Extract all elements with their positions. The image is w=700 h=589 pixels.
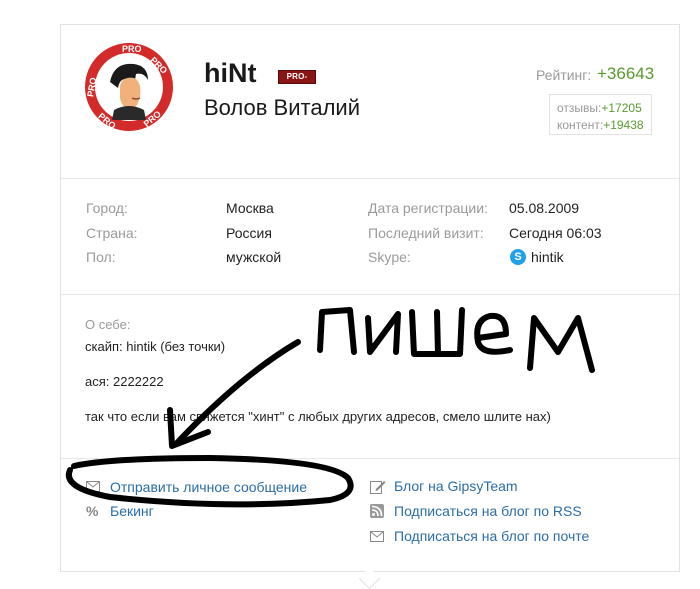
city-value: Москва [226, 200, 274, 216]
country-value: Россия [226, 225, 272, 241]
about-line: скайп: hintik (без точки) [85, 339, 226, 354]
last-visit-value: Сегодня 06:03 [509, 225, 602, 241]
divider [61, 178, 679, 179]
rss-icon [370, 504, 384, 518]
divider [61, 294, 679, 295]
skype-icon: S [510, 249, 526, 265]
svg-text:PRO: PRO [122, 44, 142, 54]
avatar[interactable]: PRO PRO PRO PRO PRO [84, 42, 174, 132]
about-line: так что если вам свяжется "хинт" с любых… [85, 409, 551, 424]
rating-label: Рейтинг: [536, 67, 592, 83]
registration-label: Дата регистрации: [368, 200, 488, 216]
rating-value: +36643 [597, 64, 655, 83]
reviews-value: +17205 [601, 101, 642, 115]
divider [61, 458, 679, 459]
skype-value[interactable]: hintik [531, 249, 564, 265]
gender-value: мужской [226, 249, 282, 265]
skype-label: Skype: [368, 249, 411, 265]
full-name: Волов Виталий [204, 95, 360, 120]
pro-badge: PRO-ФРЭГ [278, 70, 316, 93]
backing-link[interactable]: Бекинг [110, 503, 154, 519]
send-message-link[interactable]: Отправить личное сообщение [110, 479, 307, 495]
rss-subscribe-link[interactable]: Подписаться на блог по RSS [394, 503, 582, 519]
envelope-icon [86, 481, 100, 492]
content-label: контент: [557, 118, 604, 132]
reviews-label: отзывы: [557, 101, 602, 115]
pencil-icon [370, 481, 386, 494]
about-label: О себе: [85, 317, 131, 332]
mail-subscribe-link[interactable]: Подписаться на блог по почте [394, 528, 589, 544]
content-value: +19438 [603, 118, 644, 132]
blog-link[interactable]: Блог на GipsyTeam [394, 478, 518, 494]
about-line: ася: 2222222 [85, 374, 164, 389]
country-label: Страна: [86, 225, 138, 241]
registration-value: 05.08.2009 [509, 200, 580, 216]
username: hiNt [204, 58, 257, 88]
percent-icon: % [86, 503, 99, 519]
city-label: Город: [86, 200, 128, 216]
last-visit-label: Последний визит: [368, 225, 484, 241]
gender-label: Пол: [86, 249, 116, 265]
reviews-rating: отзывы:+17205 [557, 101, 642, 115]
content-rating: контент:+19438 [557, 118, 644, 132]
envelope-icon [370, 531, 384, 542]
